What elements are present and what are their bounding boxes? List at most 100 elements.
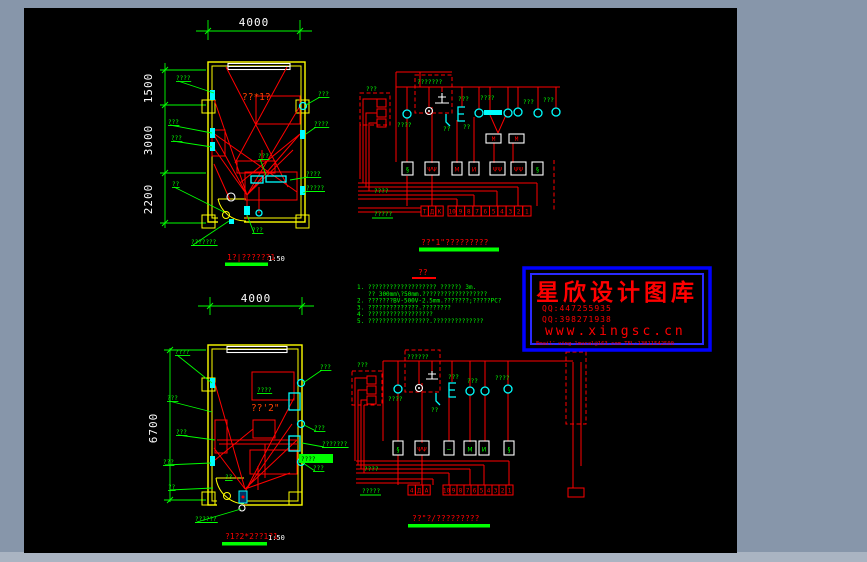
room-label: ??'2" <box>251 403 280 414</box>
component-glyph: ΨΨ <box>493 167 503 174</box>
terminal-number: 8 <box>459 488 463 495</box>
dim-value-6700: 6700 <box>147 413 160 444</box>
terminal-number: K <box>438 209 442 216</box>
schematic-label: ???? <box>374 188 389 195</box>
leader-label: ???? <box>314 121 329 128</box>
schematic-label: ?? <box>443 126 451 133</box>
schematic-label: ???? <box>364 466 379 473</box>
schematic-label: ??? <box>523 99 534 106</box>
fluorescent-lamp-symbol <box>484 110 502 115</box>
component-glyph: И <box>472 167 477 174</box>
leader-label: ???? <box>175 349 190 356</box>
leader-label: ??? <box>320 364 331 371</box>
motor-label: M <box>492 136 496 143</box>
leader-label: ??????? <box>191 239 217 246</box>
lamp-dot <box>418 387 420 389</box>
terminal-number: 9 <box>459 209 463 216</box>
sch1-caption: ??"1"????????? <box>419 238 499 252</box>
lamp-dot <box>428 110 430 112</box>
schematic-label: ??? <box>543 97 554 104</box>
terminal-number: 3 <box>494 488 498 495</box>
leader-label: ??? <box>163 459 174 466</box>
terminal-number: 2 <box>517 209 521 216</box>
component-glyph: M <box>467 447 472 454</box>
switch-device <box>210 456 215 466</box>
terminal-number: 4 <box>487 488 491 495</box>
note-line: 5. ?????????????????.?????????????? <box>357 318 484 325</box>
schematic-label: ??????? <box>417 79 443 86</box>
outlet-dot <box>241 495 245 499</box>
cad-drawing: 4000 1500 3000 2200 ??*1? 1?|??????1 1:5… <box>0 0 867 562</box>
leader-label: ??????? <box>322 441 348 448</box>
leader-label: ??? <box>168 119 179 126</box>
leader-label: ??? <box>313 465 324 472</box>
caption-underline <box>222 542 267 546</box>
dim-value-3000: 3000 <box>142 125 155 156</box>
outlet-device <box>229 219 234 224</box>
terminal-number: Д <box>430 209 434 216</box>
dim-value-1500: 1500 <box>142 73 155 104</box>
watermark-contact: Email：xing-lmucal@163.com TEL:1381154250… <box>536 341 674 347</box>
terminal-number: 10 <box>449 209 457 216</box>
component-glyph: ~ <box>446 447 451 454</box>
terminal-number: A <box>425 488 429 495</box>
terminal-number: 10 <box>443 488 451 495</box>
viewer-frame-bottom <box>0 552 867 562</box>
component-glyph: M <box>454 167 459 174</box>
schematic-label: ?????? <box>407 354 429 361</box>
notes-title: ?? <box>418 268 428 277</box>
dim-value-top: 4000 <box>239 16 270 29</box>
schematic-label: ??? <box>458 96 469 103</box>
dim-value-top: 4000 <box>241 292 272 305</box>
watermark-qq1: QQ:447255935 <box>542 304 612 313</box>
dim-value-2200: 2200 <box>142 184 155 215</box>
schematic-label: ????? <box>374 211 392 218</box>
switch-device <box>210 378 215 388</box>
schematic-label: ??? <box>357 362 368 369</box>
schematic-label: ???? <box>495 375 510 382</box>
terminal-number: 5 <box>480 488 484 495</box>
schematic-label: ???? <box>397 122 412 129</box>
component-glyph: § <box>508 447 511 454</box>
terminal-number: 1 <box>508 488 512 495</box>
component-glyph: § <box>406 167 409 174</box>
switch-device <box>300 186 305 195</box>
sch2-caption: ??"?/????????? <box>408 514 490 528</box>
terminal-number: 6 <box>473 488 477 495</box>
schematic-label: ????? <box>362 488 380 495</box>
leader-label: ?? <box>225 474 233 481</box>
component-glyph: § <box>397 447 400 454</box>
terminal-number: 3 <box>508 209 512 216</box>
schematic-label: ??? <box>467 378 478 385</box>
outlet-device <box>244 206 250 215</box>
schematic-label: ???? <box>388 396 403 403</box>
watermark-title: 星欣设计图库 <box>536 279 698 306</box>
watermark-site: www.xingsc.cn <box>545 324 686 339</box>
terminal-number: 7 <box>475 209 479 216</box>
leader-label: ???? <box>306 171 321 178</box>
cad-viewer: 4000 1500 3000 2200 ??*1? 1?|??????1 1:5… <box>0 0 867 562</box>
terminal-number: 6 <box>484 209 488 216</box>
schematic-label: ??? <box>448 374 459 381</box>
schematic-label: ?? <box>431 407 439 414</box>
caption-text: ??"?/????????? <box>412 514 480 523</box>
schematic-label: ???? <box>480 95 495 102</box>
watermark-box: 星欣设计图库 QQ:447255935 QQ:398271938 www.xin… <box>522 266 712 352</box>
component-glyph: ΨΨ <box>427 167 437 174</box>
terminal-number: Д <box>417 488 421 495</box>
terminal-number: 4 <box>500 209 504 216</box>
leader-label: ???? <box>257 387 272 394</box>
caption-underline <box>225 262 268 266</box>
leader-label: ?? <box>172 181 180 188</box>
component-glyph: И <box>482 447 487 454</box>
leader-label: ??? <box>258 153 269 160</box>
caption-text: ??"1"????????? <box>421 238 489 247</box>
terminal-number: 7 <box>466 488 470 495</box>
motor-label: M <box>515 136 519 143</box>
terminal-number: 5 <box>492 209 496 216</box>
leader-label: ??? <box>167 395 178 402</box>
notes-title-underline <box>412 277 436 279</box>
component-glyph: § <box>536 167 539 174</box>
highlight-label: ???? <box>301 456 316 463</box>
leader-label: ??? <box>176 429 187 436</box>
